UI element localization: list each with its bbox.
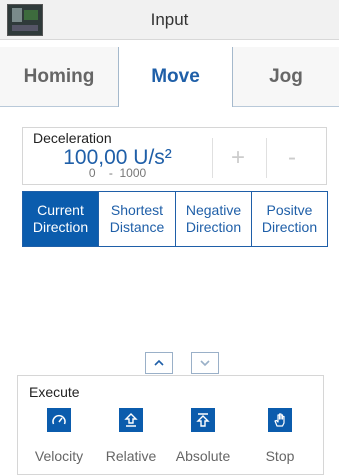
scroll-up-button[interactable] xyxy=(145,352,173,374)
execute-title: Execute xyxy=(29,384,80,400)
relative-label: Relative xyxy=(105,448,157,464)
tab-jog[interactable]: Jog xyxy=(233,47,339,107)
relative-button[interactable] xyxy=(119,408,143,432)
direction-positive-button[interactable]: Positve Direction xyxy=(251,191,328,247)
velocity-label: Velocity xyxy=(34,448,84,464)
direction-current-button[interactable]: Current Direction xyxy=(22,191,99,247)
execute-panel: Execute Velocity Relative Absolute Stop xyxy=(17,375,324,475)
direction-selector: Current Direction Shortest Distance Nega… xyxy=(22,191,328,248)
chevron-up-icon xyxy=(154,359,164,366)
direction-negative-button[interactable]: Negative Direction xyxy=(175,191,252,247)
scroll-down-button[interactable] xyxy=(191,352,219,374)
absolute-button[interactable] xyxy=(191,408,215,432)
deceleration-range: 0 - 1000 xyxy=(88,166,147,180)
deceleration-label: Deceleration xyxy=(33,130,112,146)
stop-button[interactable] xyxy=(268,408,292,432)
tab-homing[interactable]: Homing xyxy=(0,47,118,107)
title-bar: Input xyxy=(0,0,339,40)
velocity-button[interactable] xyxy=(47,408,71,432)
mode-tabs: Homing Move Jog xyxy=(0,47,339,108)
gauge-icon xyxy=(52,414,66,425)
arrow-up-bar-icon xyxy=(124,413,138,427)
absolute-label: Absolute xyxy=(175,448,231,464)
chevron-down-icon xyxy=(200,360,210,367)
arrow-up-top-bar-icon xyxy=(196,413,210,427)
direction-shortest-button[interactable]: Shortest Distance xyxy=(98,191,176,247)
stop-label: Stop xyxy=(265,448,295,464)
decrease-button[interactable]: - xyxy=(267,140,317,176)
tab-move[interactable]: Move xyxy=(118,47,233,107)
deceleration-panel: Deceleration 100,00 U/s² 0 - 1000 + - xyxy=(22,127,327,185)
hand-icon xyxy=(274,413,285,427)
page-title: Input xyxy=(150,10,189,29)
increase-button[interactable]: + xyxy=(213,140,263,176)
